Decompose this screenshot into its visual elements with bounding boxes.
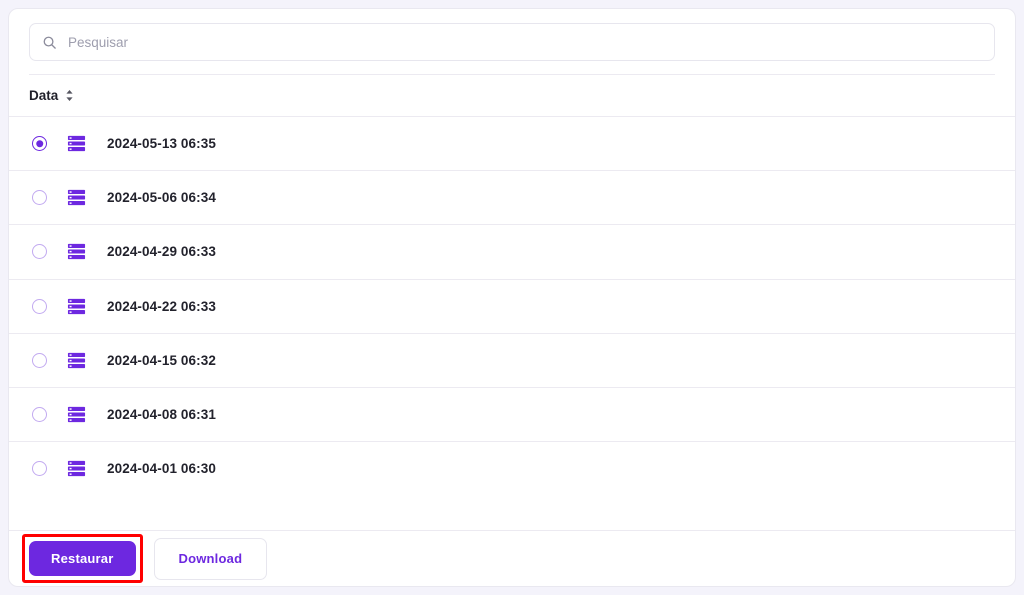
row-radio[interactable] bbox=[32, 190, 47, 205]
row-date-label: 2024-04-08 06:31 bbox=[107, 407, 216, 422]
table-row[interactable]: 2024-04-15 06:32 bbox=[9, 333, 1015, 387]
search-input[interactable] bbox=[68, 24, 982, 60]
table-row[interactable]: 2024-05-13 06:35 bbox=[9, 116, 1015, 170]
backup-list-card: Data 2024-05-13 06:352024-05-06 06:34202… bbox=[8, 8, 1016, 587]
server-icon bbox=[67, 405, 86, 424]
row-date-label: 2024-04-01 06:30 bbox=[107, 461, 216, 476]
search-area bbox=[9, 9, 1015, 74]
search-icon bbox=[42, 35, 57, 50]
page-root: Data 2024-05-13 06:352024-05-06 06:34202… bbox=[0, 0, 1024, 595]
row-radio-selected[interactable] bbox=[32, 136, 47, 151]
action-footer: Restaurar Download bbox=[9, 530, 1015, 586]
download-button[interactable]: Download bbox=[154, 538, 268, 580]
server-icon bbox=[67, 459, 86, 478]
row-date-label: 2024-04-15 06:32 bbox=[107, 353, 216, 368]
row-radio[interactable] bbox=[32, 353, 47, 368]
row-date-label: 2024-04-29 06:33 bbox=[107, 244, 216, 259]
server-icon bbox=[67, 134, 86, 153]
table-row[interactable]: 2024-04-29 06:33 bbox=[9, 224, 1015, 278]
server-icon bbox=[67, 242, 86, 261]
row-date-label: 2024-05-13 06:35 bbox=[107, 136, 216, 151]
restore-button-highlight: Restaurar bbox=[22, 534, 143, 583]
list-header: Data bbox=[9, 75, 1015, 116]
restore-button[interactable]: Restaurar bbox=[29, 541, 136, 576]
column-header-data[interactable]: Data bbox=[29, 88, 74, 103]
server-icon bbox=[67, 188, 86, 207]
row-radio[interactable] bbox=[32, 461, 47, 476]
table-row[interactable]: 2024-04-08 06:31 bbox=[9, 387, 1015, 441]
backup-row-list: 2024-05-13 06:35 2024-05-06 06:34 2024-04-… bbox=[9, 116, 1015, 530]
server-icon bbox=[67, 351, 86, 370]
table-row[interactable]: 2024-04-22 06:33 bbox=[9, 279, 1015, 333]
row-radio[interactable] bbox=[32, 407, 47, 422]
row-radio[interactable] bbox=[32, 244, 47, 259]
row-date-label: 2024-04-22 06:33 bbox=[107, 299, 216, 314]
row-radio[interactable] bbox=[32, 299, 47, 314]
row-date-label: 2024-05-06 06:34 bbox=[107, 190, 216, 205]
table-row[interactable]: 2024-04-01 06:30 bbox=[9, 441, 1015, 495]
server-icon bbox=[67, 297, 86, 316]
column-header-label: Data bbox=[29, 88, 58, 103]
search-box[interactable] bbox=[29, 23, 995, 61]
sort-updown-icon bbox=[65, 89, 74, 102]
table-row[interactable]: 2024-05-06 06:34 bbox=[9, 170, 1015, 224]
